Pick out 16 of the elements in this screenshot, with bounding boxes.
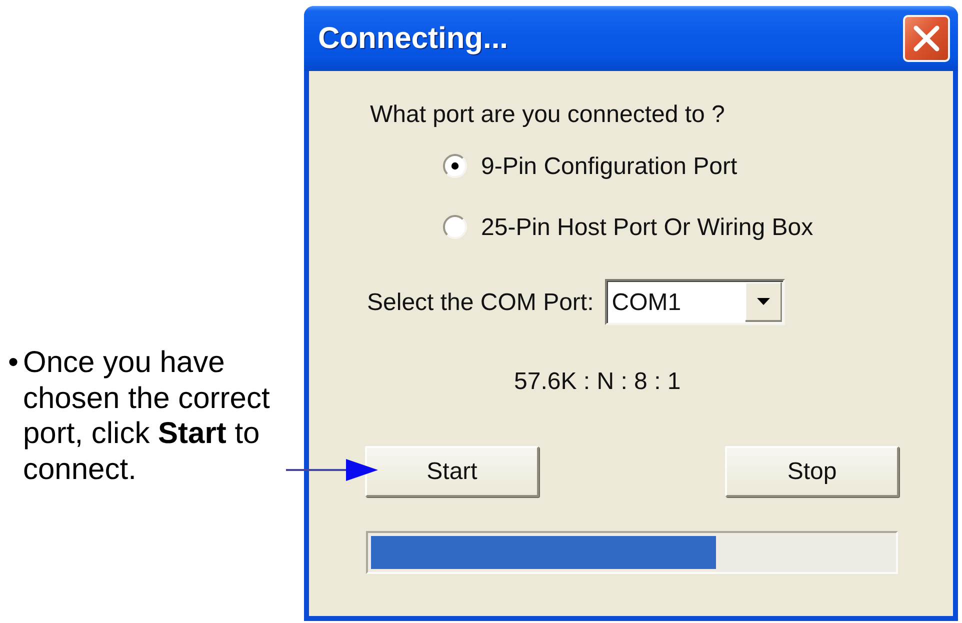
radio-label[interactable]: 9-Pin Configuration Port	[481, 152, 738, 180]
dialog-button[interactable]: Start	[365, 446, 539, 497]
com-port-dropdown[interactable]: COM1	[604, 279, 785, 325]
instruction-text: Once you have chosen the correct port, click Start to connect.	[23, 345, 271, 487]
radio-button[interactable]	[443, 154, 467, 178]
dialog-button[interactable]: Stop	[725, 446, 899, 497]
question-text: What port are you connected to ?	[370, 100, 725, 129]
close-button[interactable]	[903, 15, 950, 62]
close-icon	[913, 25, 940, 52]
line-settings-text: 57.6K : N : 8 : 1	[514, 367, 681, 396]
radio-button[interactable]	[443, 215, 467, 239]
com-port-label: Select the COM Port:	[367, 288, 594, 316]
caret-icon[interactable]	[744, 282, 782, 322]
bullet: •	[7, 345, 20, 381]
radio-label[interactable]: 25-Pin Host Port Or Wiring Box	[481, 212, 814, 242]
window-title: Connecting...	[318, 20, 508, 56]
